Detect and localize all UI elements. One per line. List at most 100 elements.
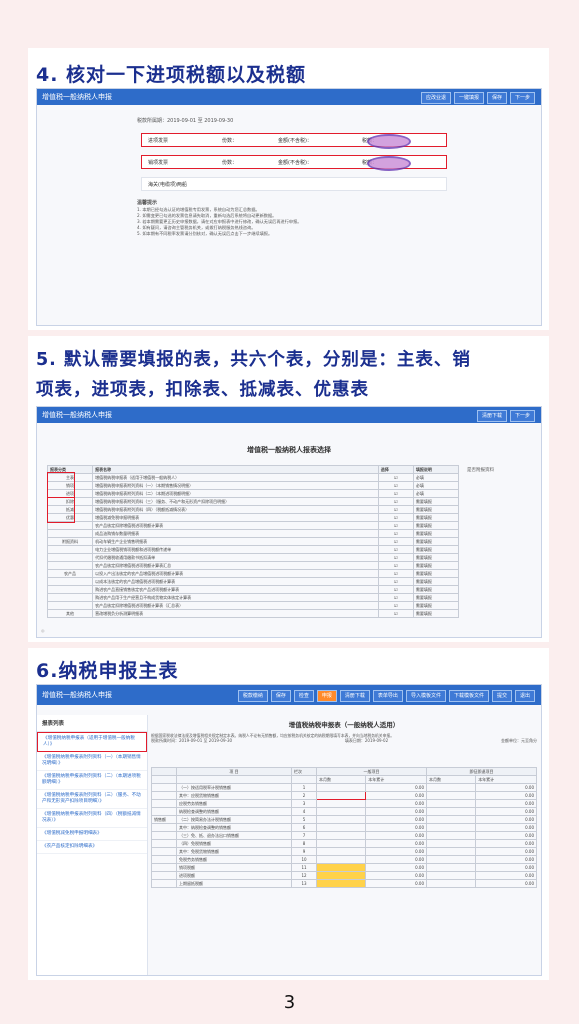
amount-value-cell[interactable]: 0.00 bbox=[475, 799, 537, 808]
select-checkbox[interactable]: ☑ bbox=[377, 569, 414, 578]
amount-value-cell[interactable]: 0.00 bbox=[475, 839, 537, 848]
amount-value-cell[interactable]: 0.00 bbox=[475, 815, 537, 824]
amount-input[interactable] bbox=[315, 871, 367, 880]
select-checkbox[interactable]: ☑ bbox=[377, 473, 414, 482]
sidebar-item[interactable]: 《农产品核定扣除明细表》 bbox=[37, 841, 147, 854]
amount-input[interactable] bbox=[425, 823, 477, 832]
select-checkbox[interactable]: ☑ bbox=[377, 577, 414, 586]
amount-value-cell[interactable]: 0.00 bbox=[475, 847, 537, 856]
toolbar-button[interactable]: 申报 bbox=[316, 690, 337, 702]
amount-value-cell[interactable]: 0.00 bbox=[475, 879, 537, 888]
amount-value-cell[interactable]: 0.00 bbox=[475, 831, 537, 840]
amount-value-cell[interactable]: 0.00 bbox=[365, 855, 427, 864]
amount-value-cell[interactable]: 0.00 bbox=[365, 879, 427, 888]
toolbar-button[interactable]: 下载模板文件 bbox=[448, 690, 489, 702]
toolbar-button[interactable]: 税款缴纳 bbox=[237, 690, 268, 702]
toolbar-button[interactable]: 清册下载 bbox=[339, 690, 370, 702]
required-highlight bbox=[47, 497, 75, 523]
amount-value-cell[interactable]: 0.00 bbox=[365, 847, 427, 856]
amount-value-cell[interactable]: 0.00 bbox=[475, 863, 537, 872]
toolbar-button[interactable]: 保存 bbox=[270, 690, 291, 702]
toolbar-button[interactable]: 导入模板文件 bbox=[405, 690, 446, 702]
amount-value-cell[interactable]: 0.00 bbox=[365, 783, 427, 792]
select-checkbox[interactable]: ☑ bbox=[377, 497, 414, 506]
amount-input[interactable] bbox=[425, 799, 477, 808]
amount-input[interactable] bbox=[425, 831, 477, 840]
sidebar-item[interactable]: 《增值税纳税申报表附列资料（一）（本期销售情况明细）》 bbox=[37, 752, 147, 771]
select-checkbox[interactable]: ☑ bbox=[377, 537, 414, 546]
amount-input[interactable] bbox=[315, 839, 367, 848]
amount-value-cell[interactable]: 0.00 bbox=[475, 807, 537, 816]
sidebar-item[interactable]: 《增值税纳税申报表附列资料（三）（服务、不动产和无形资产扣除项目明细）》 bbox=[37, 790, 147, 809]
header-cell: 报表名称 bbox=[92, 465, 379, 474]
amount-value-cell[interactable]: 0.00 bbox=[475, 855, 537, 864]
report-name-cell: 增值税减免税申报明细表 bbox=[92, 513, 379, 522]
amount-input[interactable] bbox=[425, 783, 477, 792]
select-checkbox[interactable]: ☑ bbox=[377, 513, 414, 522]
section-5-heading-line2: 项表，进项表，扣除表、抵减表、优惠表 bbox=[36, 380, 369, 400]
select-checkbox[interactable]: ☑ bbox=[377, 505, 414, 514]
select-checkbox[interactable]: ☑ bbox=[377, 481, 414, 490]
toolbar-button[interactable]: 提交 bbox=[491, 690, 512, 702]
select-checkbox[interactable]: ☑ bbox=[377, 553, 414, 562]
select-checkbox[interactable]: ☑ bbox=[377, 521, 414, 530]
toolbar-button[interactable]: 检查 bbox=[293, 690, 314, 702]
app-title: 增值税一般纳税人申报 bbox=[42, 691, 112, 699]
amount-input[interactable] bbox=[425, 871, 477, 880]
amount-input[interactable] bbox=[315, 807, 367, 816]
amount-input[interactable] bbox=[315, 783, 367, 792]
select-checkbox[interactable]: ☑ bbox=[377, 545, 414, 554]
amount-value-cell[interactable]: 0.00 bbox=[365, 831, 427, 840]
amount-input[interactable] bbox=[315, 863, 367, 872]
amount-input[interactable] bbox=[425, 863, 477, 872]
amount-value-cell[interactable]: 0.00 bbox=[365, 839, 427, 848]
toolbar-button[interactable]: 应改业退 bbox=[420, 92, 451, 104]
next-button[interactable]: 下一步 bbox=[509, 410, 535, 422]
amount-value-cell[interactable]: 0.00 bbox=[475, 783, 537, 792]
amount-input[interactable] bbox=[315, 799, 367, 808]
amount-input[interactable] bbox=[425, 847, 477, 856]
amount-value-cell[interactable]: 0.00 bbox=[365, 807, 427, 816]
select-checkbox[interactable]: ☑ bbox=[377, 593, 414, 602]
sidebar-item[interactable]: 《增值税纳税申报表附列资料（二）（本期进项税额明细）》 bbox=[37, 771, 147, 790]
select-checkbox[interactable]: ☑ bbox=[377, 609, 414, 618]
amount-input[interactable] bbox=[425, 815, 477, 824]
amount-value-cell[interactable]: 0.00 bbox=[475, 823, 537, 832]
download-button[interactable]: 清册下载 bbox=[476, 410, 507, 422]
amount-value-cell[interactable]: 0.00 bbox=[365, 823, 427, 832]
state-cell: 需要填报 bbox=[412, 577, 460, 586]
save-button[interactable]: 保存 bbox=[486, 92, 507, 104]
amount-value-cell[interactable]: 0.00 bbox=[475, 871, 537, 880]
select-checkbox[interactable]: ☑ bbox=[377, 489, 414, 498]
amount-value-cell[interactable]: 0.00 bbox=[365, 799, 427, 808]
amount-input[interactable] bbox=[425, 879, 477, 888]
toolbar-button[interactable]: 一键填报 bbox=[453, 92, 484, 104]
amount-input[interactable] bbox=[425, 855, 477, 864]
amount-value-cell[interactable]: 0.00 bbox=[365, 863, 427, 872]
amount-input[interactable] bbox=[425, 807, 477, 816]
amount-input[interactable] bbox=[315, 823, 367, 832]
amount-value-cell[interactable]: 0.00 bbox=[365, 815, 427, 824]
select-checkbox[interactable]: ☑ bbox=[377, 561, 414, 570]
amount-input[interactable] bbox=[315, 879, 367, 888]
customs-row[interactable]: 海关(电缆项)两船 bbox=[141, 177, 447, 191]
amount-input[interactable] bbox=[425, 791, 477, 800]
amount-input[interactable] bbox=[315, 815, 367, 824]
amount-value-cell[interactable]: 0.00 bbox=[365, 791, 427, 800]
amount-value-cell[interactable]: 0.00 bbox=[365, 871, 427, 880]
amount-input[interactable] bbox=[315, 831, 367, 840]
amount-value-cell[interactable]: 0.00 bbox=[475, 791, 537, 800]
toolbar-button[interactable]: 表单导出 bbox=[372, 690, 403, 702]
amount-input[interactable] bbox=[315, 855, 367, 864]
amount-input[interactable] bbox=[315, 847, 367, 856]
amount-input[interactable] bbox=[425, 839, 477, 848]
select-checkbox[interactable]: ☑ bbox=[377, 601, 414, 610]
select-checkbox[interactable]: ☑ bbox=[377, 529, 414, 538]
sidebar-item[interactable]: 《增值税纳税申报表附列资料（四）（税额抵减情况表）》 bbox=[37, 809, 147, 828]
next-button[interactable]: 下一步 bbox=[509, 92, 535, 104]
sidebar-item[interactable]: 《增值税减免税申报明细表》 bbox=[37, 828, 147, 841]
toolbar-button[interactable]: 退出 bbox=[514, 690, 535, 702]
sidebar-item[interactable]: 《增值税纳税申报表（适用于增值税一般纳税人）》 bbox=[37, 732, 147, 752]
select-checkbox[interactable]: ☑ bbox=[377, 585, 414, 594]
amount-input[interactable] bbox=[315, 791, 367, 800]
